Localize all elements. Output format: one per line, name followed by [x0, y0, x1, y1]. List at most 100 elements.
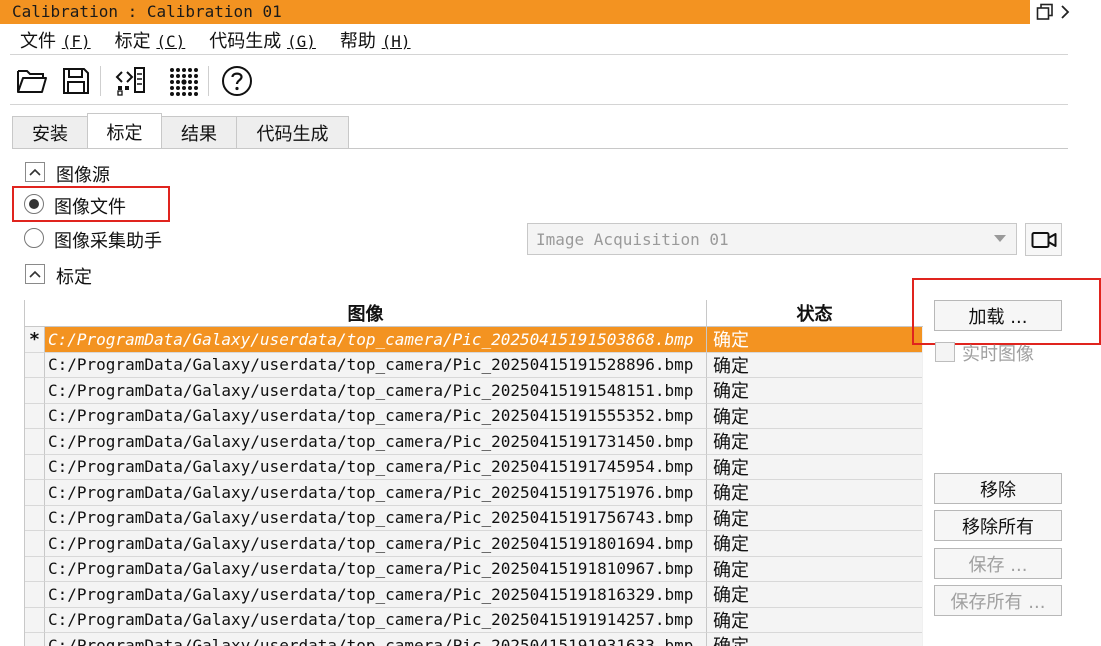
acquisition-assistant-radio[interactable] — [24, 228, 44, 248]
column-header-image[interactable]: 图像 — [25, 300, 707, 326]
menu-calibration[interactable]: 标定 (C) — [115, 27, 186, 53]
chevron-down-icon — [994, 235, 1006, 242]
image-source-collapse-button[interactable] — [25, 162, 45, 182]
video-camera-icon — [1031, 231, 1056, 248]
status-cell[interactable]: 确定 — [707, 531, 922, 557]
menu-divider — [10, 54, 1068, 55]
live-image-label: 实时图像 — [962, 344, 1034, 365]
status-cell[interactable]: 确定 — [707, 556, 922, 582]
menu-bar: 文件 (F) 标定 (C) 代码生成 (G) 帮助 (H) — [8, 26, 435, 54]
table-header: 图像 状态 — [25, 300, 923, 327]
save-icon — [63, 68, 89, 94]
window-title: Calibration : Calibration 01 — [12, 2, 282, 21]
chevron-up-icon — [29, 270, 41, 278]
table-row[interactable]: C:/ProgramData/Galaxy/userdata/top_camer… — [25, 403, 923, 429]
table-row[interactable]: C:/ProgramData/Galaxy/userdata/top_camer… — [25, 352, 923, 378]
image-path-cell[interactable]: C:/ProgramData/Galaxy/userdata/top_camer… — [45, 378, 707, 404]
row-marker[interactable] — [25, 607, 45, 633]
tab-results[interactable]: 结果 — [161, 116, 237, 148]
table-row[interactable]: * C:/ProgramData/Galaxy/userdata/top_came… — [25, 327, 923, 353]
menu-code-generation[interactable]: 代码生成 (G) — [209, 27, 316, 53]
row-marker[interactable] — [25, 633, 45, 646]
row-marker[interactable] — [25, 582, 45, 608]
status-cell[interactable]: 确定 — [707, 505, 922, 531]
row-marker[interactable] — [25, 454, 45, 480]
save-image-button[interactable]: 保存 ... — [934, 548, 1062, 579]
acquisition-assistant-label[interactable]: 图像采集助手 — [54, 227, 162, 253]
tab-calibration[interactable]: 标定 — [87, 113, 162, 149]
calibration-plate-icon — [170, 68, 198, 96]
chevron-right-icon — [1061, 5, 1070, 19]
image-path-cell[interactable]: C:/ProgramData/Galaxy/userdata/top_camer… — [45, 505, 707, 531]
row-marker[interactable] — [25, 480, 45, 506]
save-all-button[interactable]: 保存所有 ... — [934, 585, 1062, 616]
column-header-status[interactable]: 状态 — [707, 300, 922, 326]
image-path-cell[interactable]: C:/ProgramData/Galaxy/userdata/top_camer… — [45, 480, 707, 506]
image-path-cell[interactable]: C:/ProgramData/Galaxy/userdata/top_camer… — [45, 352, 707, 378]
status-cell[interactable]: 确定 — [707, 352, 922, 378]
row-marker[interactable] — [25, 429, 45, 455]
image-path-cell[interactable]: C:/ProgramData/Galaxy/userdata/top_camer… — [45, 607, 707, 633]
restore-icon — [1036, 3, 1053, 20]
remove-all-button[interactable]: 移除所有 — [934, 510, 1062, 541]
table-row[interactable]: C:/ProgramData/Galaxy/userdata/top_camer… — [25, 505, 923, 531]
table-row[interactable]: C:/ProgramData/Galaxy/userdata/top_camer… — [25, 556, 923, 582]
status-cell[interactable]: 确定 — [707, 403, 922, 429]
table-row[interactable]: C:/ProgramData/Galaxy/userdata/top_camer… — [25, 454, 923, 480]
calibration-image-table[interactable]: 图像 状态 * C:/ProgramData/Galaxy/userdata/to… — [24, 300, 923, 646]
image-path-cell[interactable]: C:/ProgramData/Galaxy/userdata/top_camer… — [45, 633, 707, 646]
row-marker[interactable] — [25, 505, 45, 531]
status-cell[interactable]: 确定 — [707, 454, 922, 480]
code-export-button[interactable] — [113, 64, 147, 98]
table-row[interactable]: C:/ProgramData/Galaxy/userdata/top_camer… — [25, 633, 923, 646]
row-marker[interactable] — [25, 378, 45, 404]
open-folder-icon — [17, 70, 47, 93]
image-source-label: 图像源 — [56, 165, 110, 186]
image-path-cell[interactable]: C:/ProgramData/Galaxy/userdata/top_camer… — [45, 429, 707, 455]
table-row[interactable]: C:/ProgramData/Galaxy/userdata/top_camer… — [25, 607, 923, 633]
table-row[interactable]: C:/ProgramData/Galaxy/userdata/top_camer… — [25, 582, 923, 608]
row-marker[interactable] — [25, 531, 45, 557]
menu-file[interactable]: 文件 (F) — [20, 27, 91, 53]
image-path-cell[interactable]: C:/ProgramData/Galaxy/userdata/top_camer… — [45, 556, 707, 582]
table-row[interactable]: C:/ProgramData/Galaxy/userdata/top_camer… — [25, 429, 923, 455]
camera-button[interactable] — [1025, 223, 1062, 256]
status-cell[interactable]: 确定 — [707, 633, 922, 646]
menu-help[interactable]: 帮助 (H) — [340, 27, 411, 53]
row-marker[interactable] — [25, 556, 45, 582]
image-path-cell[interactable]: C:/ProgramData/Galaxy/userdata/top_camer… — [45, 403, 707, 429]
acquisition-select[interactable]: Image Acquisition 01 — [527, 223, 1017, 255]
calibration-section-label: 标定 — [56, 267, 92, 288]
save-button[interactable] — [59, 64, 93, 98]
image-path-cell[interactable]: C:/ProgramData/Galaxy/userdata/top_camer… — [45, 454, 707, 480]
more-button[interactable] — [1054, 0, 1076, 24]
highlight-box-image-file — [12, 186, 170, 222]
tab-code-generation[interactable]: 代码生成 — [236, 116, 349, 148]
toolbar-separator — [208, 66, 209, 96]
status-cell[interactable]: 确定 — [707, 480, 922, 506]
row-marker[interactable] — [25, 352, 45, 378]
row-marker[interactable] — [25, 403, 45, 429]
status-cell[interactable]: 确定 — [707, 607, 922, 633]
image-path-cell[interactable]: C:/ProgramData/Galaxy/userdata/top_camer… — [45, 582, 707, 608]
calibration-plate-button[interactable] — [166, 64, 200, 98]
calibration-collapse-button[interactable] — [25, 264, 45, 284]
remove-button[interactable]: 移除 — [934, 473, 1062, 504]
image-path-cell[interactable]: C:/ProgramData/Galaxy/userdata/top_camer… — [45, 327, 707, 353]
status-cell[interactable]: 确定 — [707, 378, 922, 404]
table-row[interactable]: C:/ProgramData/Galaxy/userdata/top_camer… — [25, 378, 923, 404]
status-cell[interactable]: 确定 — [707, 582, 922, 608]
status-cell[interactable]: 确定 — [707, 327, 922, 353]
live-image-checkbox[interactable] — [935, 342, 955, 362]
table-row[interactable]: C:/ProgramData/Galaxy/userdata/top_camer… — [25, 531, 923, 557]
open-button[interactable] — [15, 64, 49, 98]
table-row[interactable]: C:/ProgramData/Galaxy/userdata/top_camer… — [25, 480, 923, 506]
tab-install[interactable]: 安装 — [12, 116, 88, 148]
highlight-box-load — [912, 278, 1101, 345]
toolbar-divider — [10, 104, 1068, 105]
help-button[interactable] — [220, 64, 254, 98]
status-cell[interactable]: 确定 — [707, 429, 922, 455]
chevron-up-icon — [29, 168, 41, 176]
row-marker[interactable]: * — [25, 327, 45, 353]
image-path-cell[interactable]: C:/ProgramData/Galaxy/userdata/top_camer… — [45, 531, 707, 557]
